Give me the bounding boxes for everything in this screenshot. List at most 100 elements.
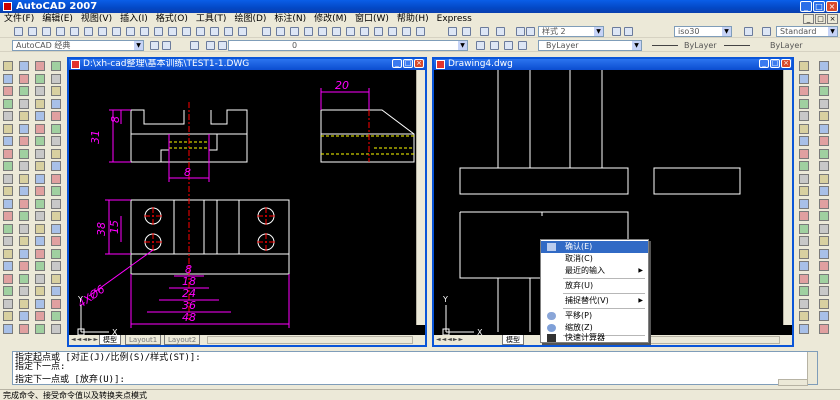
- toolbar-tool-icon[interactable]: [238, 27, 247, 36]
- palette-tool-icon[interactable]: [799, 123, 809, 134]
- palette-tool-icon[interactable]: [51, 286, 61, 296]
- palette-tool-icon[interactable]: [19, 173, 29, 184]
- palette-tool-icon[interactable]: [819, 211, 829, 221]
- workspace-combo[interactable]: AutoCAD 经典 ▼: [12, 40, 144, 51]
- palette-tool-icon[interactable]: [51, 136, 61, 146]
- palette-tool-icon[interactable]: [51, 311, 61, 321]
- palette-tool-icon[interactable]: [799, 311, 809, 321]
- palette-tool-icon[interactable]: [819, 61, 829, 71]
- toolbar-tool-icon[interactable]: [332, 27, 341, 36]
- tab-model[interactable]: 模型: [502, 335, 524, 345]
- palette-tool-icon[interactable]: [799, 298, 809, 309]
- drawing1-canvas[interactable]: 20 8 31 8 38 15 4XØ6 8 18 24 36 48 Y X: [69, 70, 416, 337]
- ctx-snap-override[interactable]: 捕捉替代(V) ▶: [541, 295, 648, 307]
- palette-tool-icon[interactable]: [3, 311, 13, 321]
- menu-view[interactable]: 视图(V): [77, 13, 116, 25]
- palette-tool-icon[interactable]: [3, 248, 13, 259]
- palette-tool-icon[interactable]: [819, 161, 829, 171]
- palette-tool-icon[interactable]: [3, 261, 13, 271]
- linetype-label[interactable]: ByLayer: [684, 40, 717, 51]
- ctx-undo[interactable]: 放弃(U): [541, 280, 648, 292]
- toolbar-tool-icon[interactable]: [190, 41, 199, 50]
- toolbar-tool-icon[interactable]: [290, 27, 299, 36]
- toolbar-tool-icon[interactable]: [14, 27, 23, 36]
- palette-tool-icon[interactable]: [799, 111, 809, 121]
- menu-tools[interactable]: 工具(T): [192, 13, 231, 25]
- palette-tool-icon[interactable]: [51, 248, 61, 259]
- palette-tool-icon[interactable]: [3, 73, 13, 84]
- palette-tool-icon[interactable]: [51, 98, 61, 109]
- palette-tool-icon[interactable]: [35, 136, 45, 146]
- palette-tool-icon[interactable]: [35, 161, 45, 171]
- palette-tool-icon[interactable]: [51, 211, 61, 221]
- palette-tool-icon[interactable]: [819, 273, 829, 284]
- palette-tool-icon[interactable]: [3, 323, 13, 334]
- drawing1-horizontal-scrollbar[interactable]: [207, 336, 413, 344]
- drawing1-maximize-button[interactable]: □: [403, 59, 413, 68]
- drawing2-maximize-button[interactable]: □: [770, 59, 780, 68]
- tab-layout1[interactable]: Layout1: [125, 335, 162, 345]
- palette-tool-icon[interactable]: [51, 111, 61, 121]
- menu-express[interactable]: Express: [433, 13, 476, 25]
- palette-tool-icon[interactable]: [51, 261, 61, 271]
- palette-tool-icon[interactable]: [35, 148, 45, 159]
- toolbar-tool-icon[interactable]: [98, 27, 107, 36]
- toolbar-tool-icon[interactable]: [518, 41, 527, 50]
- tab-layout2[interactable]: Layout2: [164, 335, 201, 345]
- palette-tool-icon[interactable]: [19, 148, 29, 159]
- command-scrollbar[interactable]: [807, 352, 817, 384]
- palette-tool-icon[interactable]: [19, 298, 29, 309]
- drawing2-minimize-button[interactable]: _: [759, 59, 769, 68]
- palette-tool-icon[interactable]: [799, 223, 809, 234]
- palette-tool-icon[interactable]: [819, 136, 829, 146]
- palette-tool-icon[interactable]: [35, 198, 45, 209]
- palette-tool-icon[interactable]: [19, 123, 29, 134]
- ctx-recent-input[interactable]: 最近的输入 ▶: [541, 265, 648, 277]
- palette-tool-icon[interactable]: [51, 73, 61, 84]
- palette-tool-icon[interactable]: [51, 198, 61, 209]
- palette-tool-icon[interactable]: [799, 86, 809, 96]
- palette-tool-icon[interactable]: [3, 123, 13, 134]
- drawing2-horizontal-scrollbar[interactable]: [644, 336, 780, 344]
- palette-tool-icon[interactable]: [799, 198, 809, 209]
- tab-nav-buttons[interactable]: ◄◄◄►►: [436, 336, 464, 343]
- toolbar-tool-icon[interactable]: [162, 41, 171, 50]
- drawing-window-test1[interactable]: D:\xh-cad整理\基本训练\TEST1-1.DWG _ □ × 20 8 …: [67, 57, 427, 347]
- palette-tool-icon[interactable]: [51, 323, 61, 334]
- drawing1-minimize-button[interactable]: _: [392, 59, 402, 68]
- palette-tool-icon[interactable]: [51, 173, 61, 184]
- toolbar-tool-icon[interactable]: [612, 27, 621, 36]
- toolbar-tool-icon[interactable]: [224, 27, 233, 36]
- palette-tool-icon[interactable]: [19, 61, 29, 71]
- palette-tool-icon[interactable]: [35, 111, 45, 121]
- palette-tool-icon[interactable]: [3, 86, 13, 96]
- toolbar-tool-icon[interactable]: [504, 41, 513, 50]
- drawing2-vertical-scrollbar[interactable]: [783, 70, 792, 325]
- menu-modify[interactable]: 修改(M): [310, 13, 351, 25]
- toolbar-tool-icon[interactable]: [480, 27, 489, 36]
- toolbar-tool-icon[interactable]: [462, 27, 471, 36]
- palette-tool-icon[interactable]: [51, 186, 61, 196]
- palette-tool-icon[interactable]: [819, 261, 829, 271]
- palette-tool-icon[interactable]: [3, 298, 13, 309]
- tab-model[interactable]: 模型: [99, 335, 121, 345]
- palette-tool-icon[interactable]: [3, 186, 13, 196]
- palette-tool-icon[interactable]: [3, 148, 13, 159]
- toolbar-tool-icon[interactable]: [262, 27, 271, 36]
- toolbar-tool-icon[interactable]: [448, 27, 457, 36]
- tab-nav-buttons[interactable]: ◄◄◄►►: [71, 336, 99, 343]
- doc-minimize-button[interactable]: _: [803, 14, 814, 24]
- toolbar-tool-icon[interactable]: [56, 27, 65, 36]
- palette-tool-icon[interactable]: [19, 211, 29, 221]
- palette-tool-icon[interactable]: [799, 98, 809, 109]
- palette-tool-icon[interactable]: [19, 223, 29, 234]
- minimize-button[interactable]: _: [800, 1, 812, 12]
- palette-tool-icon[interactable]: [35, 173, 45, 184]
- toolbar-tool-icon[interactable]: [182, 27, 191, 36]
- palette-tool-icon[interactable]: [799, 173, 809, 184]
- ctx-quickcalc[interactable]: 快速计算器: [541, 332, 648, 344]
- toolbar-tool-icon[interactable]: [476, 41, 485, 50]
- palette-tool-icon[interactable]: [19, 273, 29, 284]
- command-history[interactable]: 指定起点或 [对正(J)/比例(S)/样式(ST)]: 指定下一点: 指定下一点…: [12, 351, 818, 386]
- toolbar-tool-icon[interactable]: [304, 27, 313, 36]
